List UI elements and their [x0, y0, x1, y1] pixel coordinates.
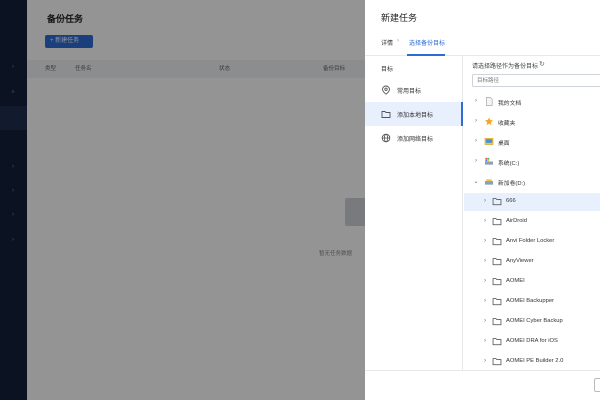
system-drive-icon	[484, 157, 494, 165]
tree-node-label: 我的文档	[498, 101, 522, 107]
expand-arrow-icon[interactable]: ›	[482, 338, 488, 344]
document-icon	[486, 97, 493, 106]
refresh-icon[interactable]: ↻	[539, 60, 545, 68]
folder-icon	[492, 318, 502, 326]
tree-node-favorites[interactable]: › 收藏夹	[464, 113, 600, 131]
path-chooser: 请选择路径作为备份目标 ↻ › 我的文档 › 收藏夹 ›	[464, 56, 600, 370]
expand-arrow-icon[interactable]: ›	[482, 238, 488, 244]
path-header: 请选择路径作为备份目标	[472, 64, 539, 70]
tree-node-folder[interactable]: › Anvi Folder Locker	[464, 233, 600, 251]
drawer-footer	[365, 370, 600, 400]
tree-node-documents[interactable]: › 我的文档	[464, 93, 600, 111]
location-pin-icon	[382, 85, 390, 95]
tab-select-target[interactable]: 选择备份目标	[409, 38, 445, 47]
star-icon	[484, 117, 494, 126]
tree-node-label: 新加卷(D:)	[498, 181, 526, 187]
folder-icon	[492, 238, 502, 246]
tree-node-drive-d[interactable]: ⌄ 新加卷(D:)	[464, 173, 600, 191]
tab-details[interactable]: 详情	[381, 38, 393, 47]
tree-node-drive-c[interactable]: › 系统(C:)	[464, 153, 600, 171]
tree-node-label: AOMEI	[506, 278, 525, 284]
target-label: 添加网络目标	[397, 137, 434, 143]
tree-node-label: 收藏夹	[498, 121, 516, 127]
expand-arrow-icon[interactable]: ›	[473, 98, 479, 104]
folder-icon	[492, 218, 502, 226]
tree-node-label: AOMEI PE Builder 2.0	[506, 358, 564, 364]
tree-node-label: AirDroid	[506, 218, 527, 224]
desktop-folder-icon	[484, 138, 494, 145]
tree-node-folder[interactable]: › AOMEI	[464, 273, 600, 291]
expand-arrow-icon[interactable]: ›	[482, 278, 488, 284]
expand-arrow-icon[interactable]: ›	[482, 358, 488, 364]
folder-icon	[492, 358, 502, 366]
folder-icon	[492, 338, 502, 346]
expand-arrow-icon[interactable]: ›	[482, 298, 488, 304]
tree-node-desktop[interactable]: › 桌面	[464, 133, 600, 151]
target-label: 添加本地目标	[397, 113, 434, 119]
globe-icon	[381, 133, 391, 143]
tree-node-folder[interactable]: › AirDroid	[464, 213, 600, 231]
expand-arrow-icon[interactable]: ›	[473, 138, 479, 144]
folder-icon	[381, 111, 391, 118]
tree-node-folder[interactable]: › AOMEI DRA for iOS	[464, 333, 600, 351]
new-task-drawer: 新建任务 详情 › 选择备份目标 目标 常用目标 添加本地目标 添加网络目标 请…	[365, 0, 600, 400]
tree-node-label: AOMEI DRA for iOS	[506, 338, 558, 344]
tree-node-folder[interactable]: › 666	[464, 193, 600, 211]
tree-node-label: 桌面	[498, 141, 510, 147]
tree-node-label: AOMEI Backupper	[506, 298, 555, 304]
tree-node-label: 666	[506, 198, 516, 204]
expand-arrow-icon[interactable]: ›	[482, 318, 488, 324]
target-type-list: 目标 常用目标 添加本地目标 添加网络目标	[365, 56, 463, 370]
tree-node-label: AOMEI Cyber Backup	[506, 318, 563, 324]
target-common[interactable]: 常用目标	[365, 78, 463, 102]
modal-overlay[interactable]	[0, 0, 365, 400]
tree-node-folder[interactable]: › AnyViewer	[464, 253, 600, 271]
tree-node-label: AnyViewer	[506, 258, 534, 264]
target-label: 常用目标	[397, 89, 422, 95]
target-add-network[interactable]: 添加网络目标	[365, 126, 463, 150]
drive-icon	[484, 179, 494, 185]
folder-icon	[492, 298, 502, 306]
folder-icon	[492, 258, 502, 266]
expand-arrow-icon[interactable]: ›	[482, 198, 488, 204]
collapse-arrow-icon[interactable]: ⌄	[473, 178, 479, 185]
step-tabs: 详情 › 选择备份目标	[365, 34, 600, 56]
folder-icon	[492, 278, 502, 286]
expand-arrow-icon[interactable]: ›	[473, 118, 479, 124]
tree-node-folder[interactable]: › AOMEI Backupper	[464, 293, 600, 311]
expand-arrow-icon[interactable]: ›	[473, 158, 479, 164]
tab-separator-icon: ›	[397, 38, 399, 44]
drawer-title: 新建任务	[381, 13, 418, 23]
expand-arrow-icon[interactable]: ›	[482, 218, 488, 224]
path-search-input[interactable]	[472, 74, 600, 87]
footer-button[interactable]	[594, 378, 600, 392]
tree-node-folder[interactable]: › AOMEI Cyber Backup	[464, 313, 600, 331]
target-header: 目标	[381, 67, 394, 73]
target-add-local[interactable]: 添加本地目标	[365, 102, 463, 126]
tree-node-label: 系统(C:)	[498, 161, 520, 167]
tree-node-folder[interactable]: › AOMEI PE Builder 2.0	[464, 353, 600, 371]
tree-node-label: Anvi Folder Locker	[506, 238, 555, 244]
expand-arrow-icon[interactable]: ›	[482, 258, 488, 264]
folder-icon	[492, 198, 502, 206]
